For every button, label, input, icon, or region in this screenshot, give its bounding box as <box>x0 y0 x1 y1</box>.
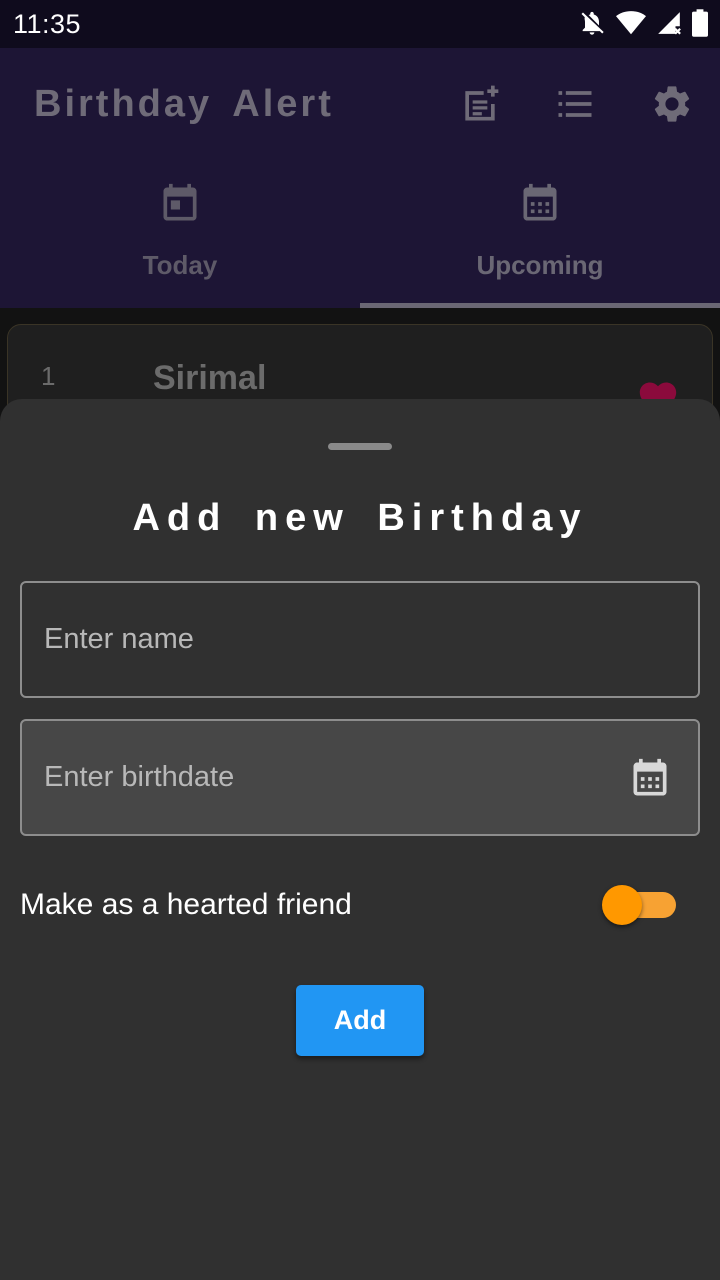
calendar-today-icon <box>158 182 202 231</box>
status-icons <box>578 8 708 42</box>
list-item-index: 1 <box>41 361 56 391</box>
sheet-title: Add new Birthday <box>132 497 588 539</box>
battery-icon <box>692 8 708 42</box>
tab-label-today: Today <box>142 250 218 280</box>
notifications-off-icon <box>578 9 606 42</box>
status-time: 11:35 <box>13 9 82 39</box>
list-icon[interactable] <box>551 80 599 128</box>
birthdate-input[interactable] <box>44 721 604 834</box>
add-birthday-sheet: Add new Birthday Make as a hearted frien… <box>0 399 720 1280</box>
tab-label-upcoming: Upcoming <box>476 250 604 280</box>
add-note-icon[interactable] <box>456 80 504 128</box>
hearted-friend-toggle[interactable] <box>602 885 678 925</box>
settings-icon[interactable] <box>648 80 696 128</box>
app-bar: Birthday Alert Today Upcoming <box>0 48 720 308</box>
birthdate-field[interactable] <box>20 719 700 836</box>
signal-icon <box>656 10 682 41</box>
tab-indicator <box>360 303 720 308</box>
tab-upcoming[interactable]: Upcoming <box>360 168 720 308</box>
calendar-month-icon <box>518 182 562 231</box>
hearted-friend-label: Make as a hearted friend <box>20 888 352 921</box>
name-input[interactable] <box>44 583 604 696</box>
app-title: Birthday Alert <box>34 83 334 125</box>
calendar-icon[interactable] <box>628 757 672 806</box>
wifi-icon <box>616 10 646 41</box>
toggle-thumb <box>602 885 642 925</box>
name-field[interactable] <box>20 581 700 698</box>
list-item-name: Sirimal <box>153 359 267 397</box>
tab-today[interactable]: Today <box>0 168 360 308</box>
status-bar: 11:35 <box>0 0 720 48</box>
add-button[interactable]: Add <box>296 985 424 1056</box>
drag-handle[interactable] <box>328 443 392 450</box>
